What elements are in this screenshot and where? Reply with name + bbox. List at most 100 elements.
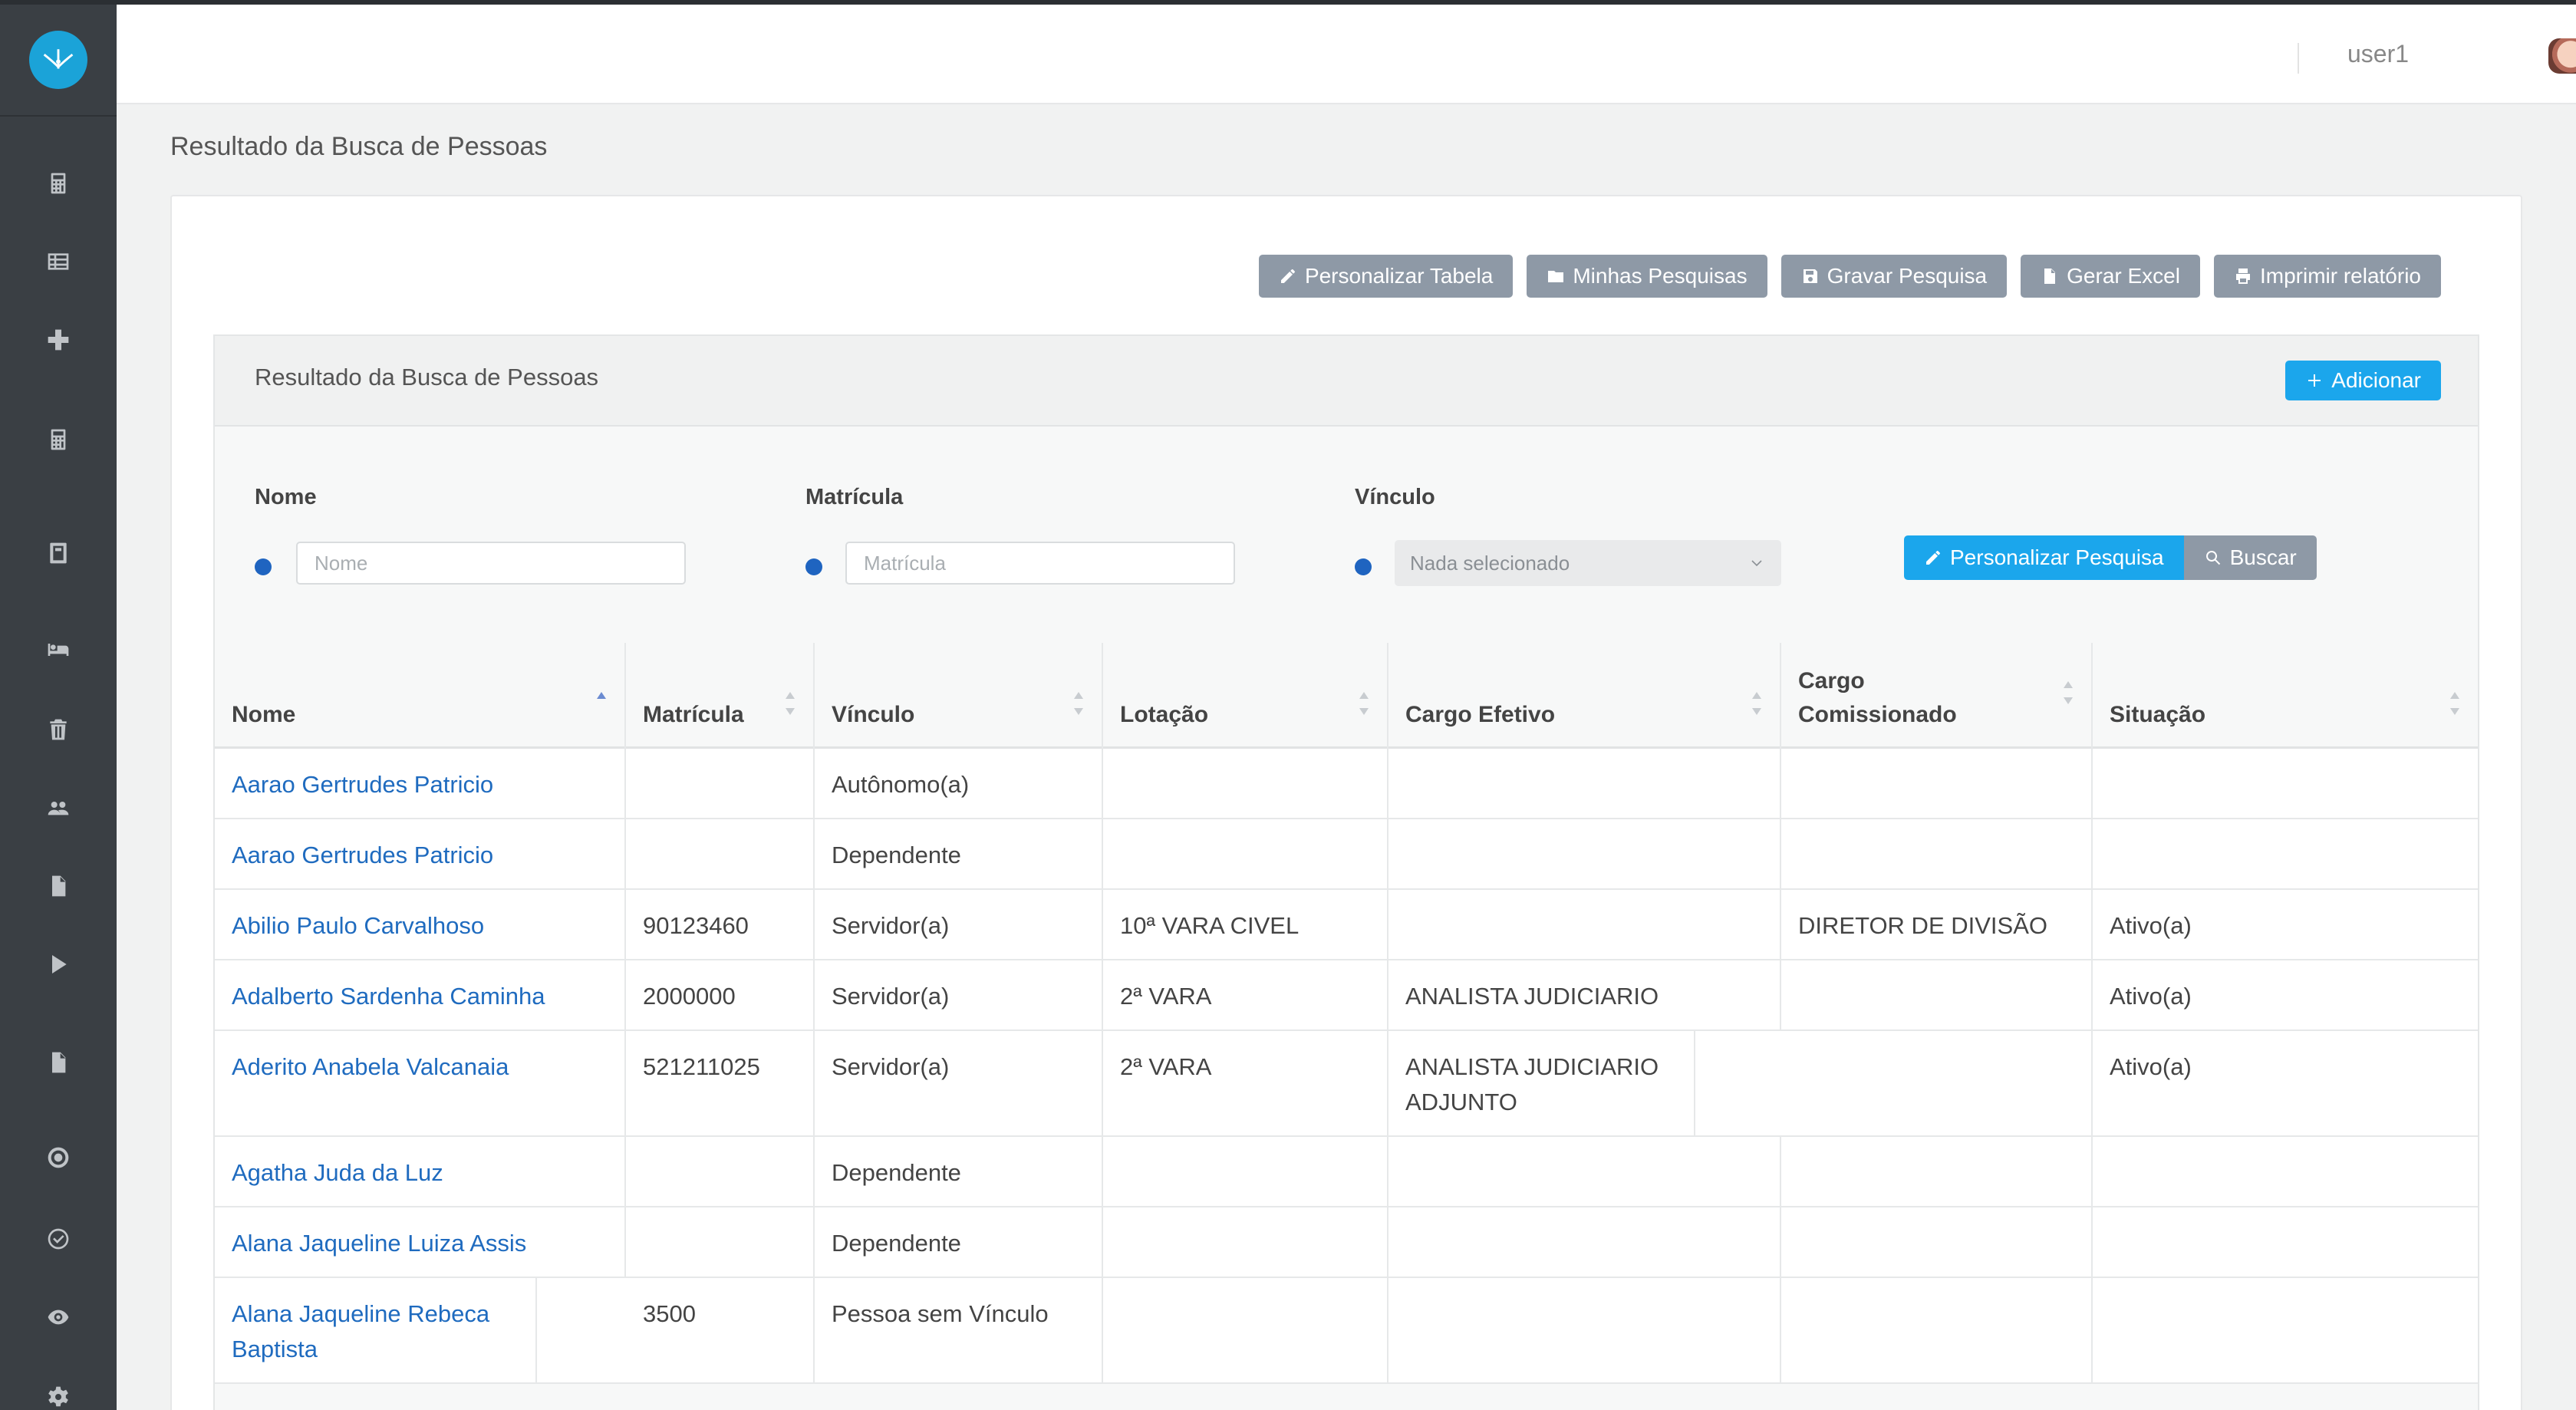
sidebar-item-document[interactable] bbox=[0, 1043, 117, 1082]
table-cell: Ativo(a) bbox=[2110, 1053, 2192, 1080]
add-button[interactable]: Adicionar bbox=[2285, 361, 2441, 400]
print-label: Imprimir relatório bbox=[2259, 264, 2421, 288]
target-icon bbox=[48, 1147, 69, 1168]
table-cell bbox=[2093, 1278, 2478, 1382]
table-row: Aarao Gertrudes Patricio Autônomo(a) bbox=[215, 749, 2478, 819]
my-searches-label: Minhas Pesquisas bbox=[1573, 264, 1748, 288]
table-cell bbox=[1781, 1031, 2093, 1135]
table-cell: 10ª VARA CIVEL bbox=[1103, 890, 1388, 959]
sidebar-item-calculator[interactable] bbox=[0, 164, 117, 203]
sidebar-item-bed[interactable] bbox=[0, 631, 117, 669]
header-divider bbox=[2298, 43, 2299, 74]
person-name-link[interactable]: Adalberto Sardenha Caminha bbox=[215, 960, 626, 1029]
column-header-nome[interactable]: Nome bbox=[215, 643, 626, 749]
sort-icon bbox=[1074, 692, 1083, 715]
file-alt-icon bbox=[52, 1052, 66, 1073]
table-row: Alana Jaqueline Rebeca Baptista 3500 Pesso… bbox=[215, 1278, 2478, 1384]
sidebar-item-health[interactable] bbox=[0, 321, 117, 359]
top-border bbox=[0, 0, 2576, 5]
sidebar-item-calculator-alt[interactable] bbox=[0, 534, 117, 572]
customize-table-label: Personalizar Tabela bbox=[1304, 264, 1494, 288]
page-title: Resultado da Busca de Pessoas bbox=[170, 132, 548, 161]
sidebar-item-settings[interactable] bbox=[0, 1378, 117, 1410]
table-cell: Dependente bbox=[815, 1207, 1103, 1277]
calculator-alt-icon bbox=[50, 542, 67, 564]
table-row: Abilio Paulo Carvalhoso 90123460 Servidor(… bbox=[215, 890, 2478, 960]
avatar[interactable] bbox=[2548, 38, 2576, 74]
customize-table-button[interactable]: Personalizar Tabela bbox=[1258, 255, 1514, 298]
table-cell bbox=[1781, 1278, 2093, 1382]
table-cell bbox=[1103, 819, 1388, 888]
users-icon bbox=[48, 802, 69, 815]
vinculo-select[interactable]: Nada selecionado bbox=[1395, 540, 1781, 586]
table-cell bbox=[1781, 749, 2093, 818]
person-name-link[interactable]: Aarao Gertrudes Patricio bbox=[215, 819, 626, 888]
table-cell bbox=[1388, 1278, 1781, 1382]
brand[interactable] bbox=[0, 5, 117, 117]
panel-header: Resultado da Busca de Pessoas Adicionar bbox=[215, 336, 2478, 427]
name-filter-dot[interactable] bbox=[255, 558, 272, 575]
sidebar-item-users[interactable] bbox=[0, 789, 117, 827]
my-searches-button[interactable]: Minhas Pesquisas bbox=[1527, 255, 1767, 298]
person-name-link[interactable]: Agatha Juda da Luz bbox=[215, 1137, 626, 1206]
table-cell: 2ª VARA bbox=[1103, 960, 1388, 1029]
table-row: Adalberto Sardenha Caminha 2000000 Servido… bbox=[215, 960, 2478, 1031]
trash-icon bbox=[50, 719, 67, 740]
sidebar-item-trash[interactable] bbox=[0, 710, 117, 749]
column-header-vinculo[interactable]: Vínculo bbox=[815, 643, 1103, 749]
bed-icon bbox=[48, 644, 69, 656]
user-name[interactable]: user1 bbox=[2347, 40, 2409, 68]
plus-icon bbox=[2308, 374, 2321, 387]
table-body: Aarao Gertrudes Patricio Autônomo(a) Aarao… bbox=[215, 749, 2478, 1384]
save-search-button[interactable]: Gravar Pesquisa bbox=[1780, 255, 2008, 298]
sidebar-item-play[interactable] bbox=[0, 945, 117, 983]
customize-search-label: Personalizar Pesquisa bbox=[1950, 545, 2164, 569]
name-input[interactable] bbox=[296, 542, 686, 585]
column-header-cargo-comissionado[interactable]: Cargo Comissionado bbox=[1781, 643, 2093, 749]
table-cell bbox=[1103, 1207, 1388, 1277]
sidebar-item-table[interactable] bbox=[0, 242, 117, 281]
person-name-link[interactable]: Aarao Gertrudes Patricio bbox=[215, 749, 626, 818]
printer-icon bbox=[2235, 268, 2250, 284]
table-row: Aderito Anabela Valcanaia 521211025 Servid… bbox=[215, 1031, 2478, 1137]
print-button[interactable]: Imprimir relatório bbox=[2213, 255, 2441, 298]
table-cell bbox=[1781, 960, 2093, 1029]
sidebar bbox=[0, 0, 117, 1410]
person-name-link[interactable]: Abilio Paulo Carvalhoso bbox=[215, 890, 626, 959]
table-cell: Servidor(a) bbox=[815, 890, 1103, 959]
pencil-icon bbox=[1926, 551, 1940, 565]
sidebar-item-calculator-2[interactable] bbox=[0, 420, 117, 459]
sidebar-item-target[interactable] bbox=[0, 1138, 117, 1177]
matricula-filter-dot[interactable] bbox=[805, 558, 822, 575]
sidebar-item-eye[interactable] bbox=[0, 1298, 117, 1336]
sidebar-item-file[interactable] bbox=[0, 867, 117, 905]
results-card: Personalizar Tabela Minhas Pesquisas Gra… bbox=[170, 195, 2522, 1410]
person-name-link[interactable]: Alana Jaqueline Luiza Assis bbox=[215, 1207, 626, 1277]
results-panel: Resultado da Busca de Pessoas Adicionar … bbox=[213, 334, 2479, 1410]
matricula-filter-label: Matrícula bbox=[805, 485, 904, 509]
column-header-matricula[interactable]: Matrícula bbox=[626, 643, 815, 749]
column-header-lotacao[interactable]: Lotação bbox=[1103, 643, 1388, 749]
table-cell bbox=[1781, 1207, 2093, 1277]
table-cell bbox=[1388, 890, 1781, 959]
column-header-cargo-efetivo[interactable]: Cargo Efetivo bbox=[1388, 643, 1781, 749]
sort-icon bbox=[786, 692, 795, 715]
sort-asc-icon bbox=[597, 692, 606, 699]
matricula-input[interactable] bbox=[845, 542, 1235, 585]
folder-icon bbox=[1548, 271, 1564, 282]
vinculo-filter-dot[interactable] bbox=[1355, 558, 1372, 575]
table-cell: Ativo(a) bbox=[2110, 912, 2192, 939]
table-cell: ANALISTA JUDICIARIO ADJUNTO bbox=[1388, 1031, 1695, 1135]
customize-search-button[interactable]: Personalizar Pesquisa bbox=[1904, 535, 2184, 580]
pencil-icon bbox=[1280, 269, 1295, 283]
table-row: Aarao Gertrudes Patricio Dependente bbox=[215, 819, 2478, 890]
person-name-link[interactable]: Alana Jaqueline Rebeca Baptista bbox=[215, 1278, 537, 1382]
table-cell: Ativo(a) bbox=[2110, 983, 2192, 1010]
search-button[interactable]: Buscar bbox=[2183, 535, 2317, 580]
person-name-link[interactable]: Aderito Anabela Valcanaia bbox=[215, 1031, 626, 1135]
table-cell bbox=[1388, 1207, 1781, 1277]
table-cell: 2000000 bbox=[626, 960, 815, 1029]
excel-button[interactable]: Gerar Excel bbox=[2021, 255, 2200, 298]
column-header-situacao[interactable]: Situação bbox=[2093, 643, 2478, 749]
sidebar-item-check[interactable] bbox=[0, 1220, 117, 1258]
